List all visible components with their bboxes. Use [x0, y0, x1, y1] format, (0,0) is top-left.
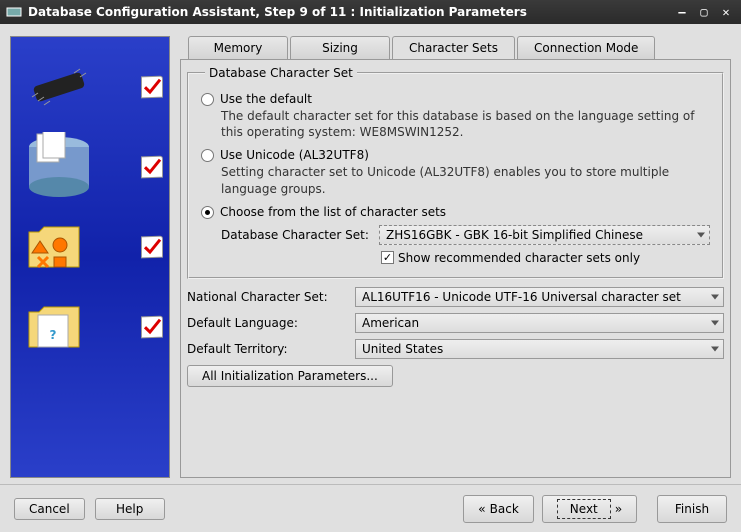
next-button[interactable]: Next »	[542, 495, 637, 523]
checkbox-label: Show recommended character sets only	[398, 251, 640, 265]
tab-label: Sizing	[322, 41, 358, 55]
select-value: United States	[362, 342, 443, 356]
db-charset-label: Database Character Set:	[221, 228, 371, 242]
svg-text:?: ?	[50, 328, 57, 342]
button-label: Cancel	[29, 502, 70, 516]
radio-use-default[interactable]: Use the default	[201, 92, 710, 106]
use-unicode-description: Setting character set to Unicode (AL32UT…	[221, 164, 710, 196]
main-panel: Memory Sizing Character Sets Connection …	[180, 36, 731, 478]
tab-label: Memory	[214, 41, 263, 55]
radio-choose-list[interactable]: Choose from the list of character sets	[201, 205, 710, 219]
sidebar-step-4: ?	[17, 287, 163, 367]
radio-label: Choose from the list of character sets	[220, 205, 446, 219]
sidebar-step-1	[17, 47, 163, 127]
all-init-params-button[interactable]: All Initialization Parameters...	[187, 365, 393, 387]
select-value: AL16UTF16 - Unicode UTF-16 Universal cha…	[362, 290, 681, 304]
tab-label: Character Sets	[409, 41, 498, 55]
button-label: Back	[490, 502, 519, 516]
show-recommended-row[interactable]: Show recommended character sets only	[381, 251, 710, 265]
chevron-left-icon: «	[478, 502, 485, 516]
wizard-footer: Cancel Help « Back Next » Finish	[0, 484, 741, 532]
database-icon	[17, 135, 101, 199]
button-label: Finish	[675, 502, 709, 516]
radio-icon	[201, 206, 214, 219]
button-label: Next	[570, 502, 598, 516]
db-charset-select[interactable]: ZHS16GBK - GBK 16-bit Simplified Chinese	[379, 225, 710, 245]
button-label: Help	[116, 502, 143, 516]
tab-character-sets[interactable]: Character Sets	[392, 36, 515, 60]
group-legend: Database Character Set	[205, 66, 357, 80]
default-language-label: Default Language:	[187, 316, 347, 330]
radio-icon	[201, 149, 214, 162]
minimize-button[interactable]: —	[673, 4, 691, 20]
sidebar-step-3	[17, 207, 163, 287]
tab-sizing[interactable]: Sizing	[290, 36, 390, 59]
national-charset-label: National Character Set:	[187, 290, 347, 304]
checkmark-icon	[141, 76, 163, 99]
tab-memory[interactable]: Memory	[188, 36, 288, 59]
db-charset-row: Database Character Set: ZHS16GBK - GBK 1…	[221, 225, 710, 245]
titlebar: Database Configuration Assistant, Step 9…	[0, 0, 741, 24]
finish-button[interactable]: Finish	[657, 495, 727, 523]
select-value: American	[362, 316, 419, 330]
tab-panel: Database Character Set Use the default T…	[180, 59, 731, 478]
radio-icon	[201, 93, 214, 106]
default-language-row: Default Language: American	[187, 313, 724, 333]
folder-question-icon: ?	[17, 295, 101, 359]
chevron-right-icon: »	[615, 502, 622, 516]
national-charset-select[interactable]: AL16UTF16 - Unicode UTF-16 Universal cha…	[355, 287, 724, 307]
button-label: All Initialization Parameters...	[202, 369, 378, 383]
default-territory-row: Default Territory: United States	[187, 339, 724, 359]
checkmark-icon	[141, 236, 163, 259]
close-button[interactable]: ✕	[717, 4, 735, 20]
national-charset-row: National Character Set: AL16UTF16 - Unic…	[187, 287, 724, 307]
default-language-select[interactable]: American	[355, 313, 724, 333]
database-character-set-group: Database Character Set Use the default T…	[187, 66, 724, 279]
window-title: Database Configuration Assistant, Step 9…	[28, 5, 527, 19]
chip-icon	[17, 55, 101, 119]
checkbox-icon	[381, 251, 394, 264]
radio-label: Use the default	[220, 92, 312, 106]
checkmark-icon	[141, 156, 163, 179]
select-value: ZHS16GBK - GBK 16-bit Simplified Chinese	[386, 228, 643, 242]
app-icon	[6, 4, 22, 20]
tab-label: Connection Mode	[534, 41, 638, 55]
help-button[interactable]: Help	[95, 498, 165, 520]
content: ? Memory Sizing Character Sets Connectio…	[0, 24, 741, 484]
radio-label: Use Unicode (AL32UTF8)	[220, 148, 369, 162]
checkmark-icon	[141, 316, 163, 339]
use-default-description: The default character set for this datab…	[221, 108, 710, 140]
tab-bar: Memory Sizing Character Sets Connection …	[180, 36, 731, 59]
back-button[interactable]: « Back	[463, 495, 533, 523]
wizard-sidebar: ?	[10, 36, 170, 478]
tab-connection-mode[interactable]: Connection Mode	[517, 36, 655, 59]
radio-use-unicode[interactable]: Use Unicode (AL32UTF8)	[201, 148, 710, 162]
cancel-button[interactable]: Cancel	[14, 498, 85, 520]
sidebar-step-2	[17, 127, 163, 207]
default-territory-label: Default Territory:	[187, 342, 347, 356]
default-territory-select[interactable]: United States	[355, 339, 724, 359]
folder-shapes-icon	[17, 215, 101, 279]
maximize-button[interactable]: ▢	[695, 4, 713, 20]
